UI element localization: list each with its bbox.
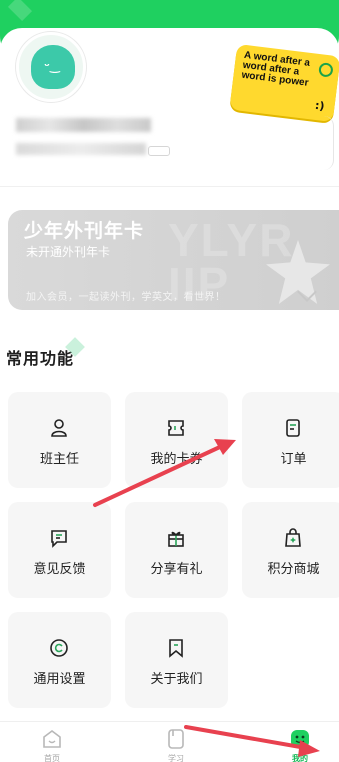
nav-item-home[interactable]: 首页 xyxy=(22,726,82,762)
sparkle-decoration xyxy=(7,0,33,22)
username-blurred xyxy=(16,118,151,132)
feature-label: 意见反馈 xyxy=(33,562,86,577)
ring-icon xyxy=(318,62,334,78)
feature-tile-share[interactable]: 分享有礼 xyxy=(125,502,228,598)
feature-tile-orders[interactable]: 订单 xyxy=(242,392,339,488)
bottom-nav: 首页 学习 我的 xyxy=(0,721,339,762)
person-icon xyxy=(51,419,67,437)
home-icon xyxy=(43,730,61,748)
section-title: 常用功能 xyxy=(6,349,75,368)
feature-label: 分享有礼 xyxy=(150,562,203,577)
feature-label: 积分商城 xyxy=(267,562,320,577)
edge-decoration xyxy=(324,116,334,170)
vip-title: 少年外刊年卡 xyxy=(24,220,145,242)
copy-tag-blurred[interactable] xyxy=(148,146,170,156)
nav-item-study[interactable]: 学习 xyxy=(146,726,206,762)
feature-tile-coupons[interactable]: 我的卡券 xyxy=(125,392,228,488)
shopping-bag-icon xyxy=(285,528,301,547)
avatar-face-icon: ᵕ‿ xyxy=(44,59,60,73)
divider xyxy=(0,186,339,187)
slogan-sticker: A word after a word after a word is powe… xyxy=(229,43,339,123)
user-id-blurred xyxy=(16,143,146,155)
smile-icon: :) xyxy=(314,98,326,113)
avatar[interactable]: ᵕ‿ xyxy=(16,32,86,102)
profile-icon xyxy=(291,730,309,748)
vip-description: 加入会员，一起读外刊，学英文，看世界！ xyxy=(26,292,226,303)
nav-label: 我的 xyxy=(292,754,308,762)
vip-subtitle: 未开通外刊年卡 xyxy=(26,245,111,259)
feedback-icon xyxy=(51,530,67,548)
nav-item-profile[interactable]: 我的 xyxy=(270,726,330,762)
feature-label: 订单 xyxy=(280,452,307,467)
feature-label: 关于我们 xyxy=(150,672,203,687)
sticker-text: A word after a word after a word is powe… xyxy=(240,49,311,89)
feature-label: 通用设置 xyxy=(33,672,86,687)
nav-label: 学习 xyxy=(168,754,184,762)
settings-icon xyxy=(50,639,68,657)
coupon-icon xyxy=(168,420,184,436)
bookmark-icon xyxy=(169,639,183,658)
feature-tile-teacher[interactable]: 班主任 xyxy=(8,392,111,488)
feature-tile-feedback[interactable]: 意见反馈 xyxy=(8,502,111,598)
feature-tile-points-mall[interactable]: 积分商城 xyxy=(242,502,339,598)
vip-card[interactable]: YLYR IIP 少年外刊年卡 未开通外刊年卡 加入会员，一起读外刊，学英文，看… xyxy=(8,210,339,310)
gift-icon xyxy=(168,531,184,547)
feature-tile-about[interactable]: 关于我们 xyxy=(125,612,228,708)
feature-tile-settings[interactable]: 通用设置 xyxy=(8,612,111,708)
order-icon xyxy=(286,419,300,437)
study-icon xyxy=(168,729,184,749)
feature-label: 班主任 xyxy=(39,452,79,467)
nav-label: 首页 xyxy=(44,754,60,762)
feature-label: 我的卡券 xyxy=(150,452,203,467)
